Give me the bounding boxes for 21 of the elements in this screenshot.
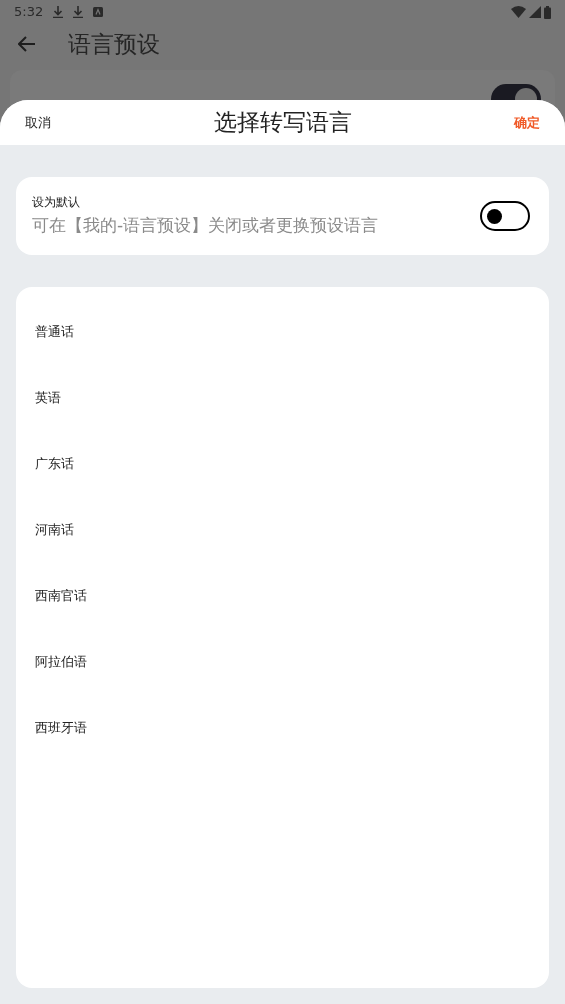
download-icon bbox=[53, 6, 64, 18]
app-icon bbox=[93, 7, 104, 17]
wifi-icon bbox=[511, 6, 526, 18]
language-item[interactable]: 西南官话 bbox=[16, 563, 549, 629]
language-item[interactable]: 西班牙语 bbox=[16, 695, 549, 761]
signal-icon bbox=[529, 6, 541, 18]
cancel-button[interactable]: 取消 bbox=[25, 112, 85, 133]
language-item[interactable]: 广东话 bbox=[16, 431, 549, 497]
language-item[interactable]: 河南话 bbox=[16, 497, 549, 563]
back-arrow-icon[interactable] bbox=[18, 36, 36, 52]
language-item[interactable]: 阿拉伯语 bbox=[16, 629, 549, 695]
language-item[interactable]: 普通话 bbox=[16, 299, 549, 365]
status-time: 5:32 bbox=[14, 3, 44, 22]
battery-icon bbox=[544, 5, 551, 19]
default-label: 设为默认 bbox=[32, 194, 81, 212]
toggle-switch[interactable] bbox=[480, 201, 530, 231]
page-title: 语言预设 bbox=[68, 29, 160, 59]
download-icon bbox=[73, 6, 84, 18]
default-hint: 可在【我的-语言预设】关闭或者更换预设语言 bbox=[32, 214, 379, 238]
sheet-title: 选择转写语言 bbox=[213, 108, 352, 138]
language-item[interactable]: 英语 bbox=[16, 365, 549, 431]
